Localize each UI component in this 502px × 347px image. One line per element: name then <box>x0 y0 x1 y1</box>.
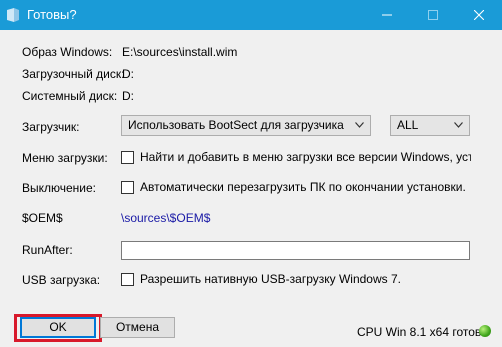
title-bar[interactable]: Готовы? <box>0 0 502 30</box>
system-disk-value: D: <box>122 89 134 103</box>
bootloader-label: Загрузчик: <box>22 120 80 134</box>
image-label: Образ Windows: <box>22 45 113 59</box>
cancel-button[interactable]: Отмена <box>100 317 175 338</box>
shutdown-option[interactable]: Автоматически перезагрузить ПК по оконча… <box>121 180 471 196</box>
ok-button[interactable]: OK <box>20 317 96 338</box>
boot-menu-label: Меню загрузки: <box>22 151 108 165</box>
boot-disk-value: D: <box>122 67 134 81</box>
close-icon <box>474 10 484 20</box>
maximize-button[interactable] <box>410 0 456 30</box>
maximize-icon <box>428 10 438 20</box>
window-title: Готовы? <box>27 7 77 22</box>
usb-checkbox[interactable] <box>121 273 134 286</box>
app-icon <box>6 7 20 23</box>
chevron-down-icon <box>355 122 364 128</box>
close-button[interactable] <box>456 0 502 30</box>
boot-target-select-value: ALL <box>397 118 419 132</box>
status-indicator-icon <box>479 325 491 337</box>
runafter-input[interactable] <box>121 241 470 260</box>
chevron-down-icon <box>454 122 463 128</box>
runafter-label: RunAfter: <box>22 243 73 257</box>
shutdown-checkbox[interactable] <box>121 181 134 194</box>
boot-disk-label: Загрузочный диск: <box>22 67 125 81</box>
usb-option[interactable]: Разрешить нативную USB-загрузку Windows … <box>121 272 421 288</box>
boot-menu-checkbox-label: Найти и добавить в меню загрузки все вер… <box>140 150 471 164</box>
bootloader-select[interactable]: Использовать BootSect для загрузчика <box>121 115 371 136</box>
image-value: E:\sources\install.wim <box>122 45 238 59</box>
boot-menu-option[interactable]: Найти и добавить в меню загрузки все вер… <box>121 150 471 166</box>
shutdown-checkbox-label: Автоматически перезагрузить ПК по оконча… <box>140 180 466 194</box>
system-disk-label: Системный диск: <box>22 89 118 103</box>
usb-checkbox-label: Разрешить нативную USB-загрузку Windows … <box>140 272 401 286</box>
shutdown-label: Выключение: <box>22 181 97 195</box>
bootloader-select-value: Использовать BootSect для загрузчика <box>128 118 344 132</box>
usb-label: USB загрузка: <box>22 273 101 287</box>
oem-label: $OEM$ <box>22 211 63 225</box>
oem-path-link[interactable]: \sources\$OEM$ <box>121 211 210 225</box>
boot-menu-checkbox[interactable] <box>121 151 134 164</box>
status-text: CPU Win 8.1 x64 готов <box>357 325 482 339</box>
minimize-button[interactable] <box>364 0 410 30</box>
minimize-icon <box>382 14 392 16</box>
boot-target-select[interactable]: ALL <box>390 115 470 136</box>
